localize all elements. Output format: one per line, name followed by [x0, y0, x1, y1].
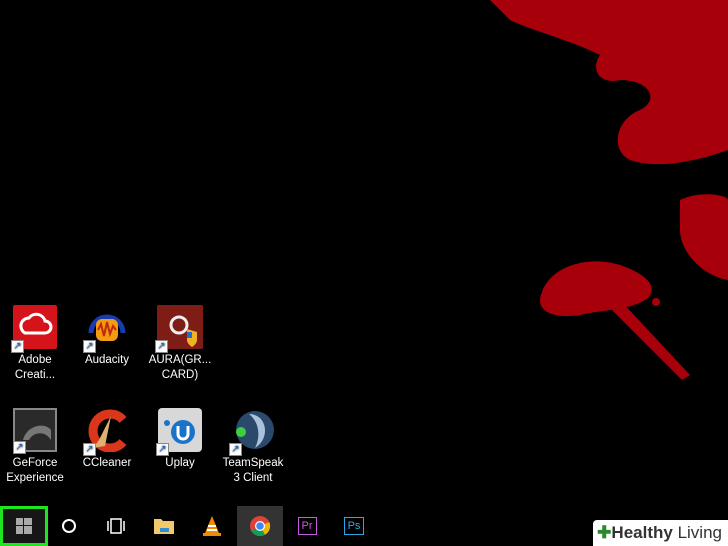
icon-label: CCleaner — [82, 457, 132, 469]
chrome-button[interactable] — [237, 506, 283, 546]
icon-label: Uplay — [165, 457, 195, 469]
file-explorer-button[interactable] — [141, 506, 187, 546]
plus-icon: ✚ — [597, 523, 612, 542]
windows-icon — [16, 518, 32, 534]
audacity-icon: ↗ — [83, 305, 129, 353]
ccleaner-icon: ↗ — [83, 408, 129, 456]
desktop-icon-audacity[interactable]: ↗ Audacity — [72, 305, 142, 368]
watermark: ✚Healthy Living — [593, 520, 728, 546]
desktop-icon-teamspeak[interactable]: ↗ TeamSpeak 3 Client — [218, 408, 288, 486]
circle-icon — [62, 519, 76, 533]
desktop-icon-geforce-experience[interactable]: ↗ GeForce Experience — [0, 408, 70, 486]
photoshop-button[interactable]: Ps — [331, 506, 377, 546]
shortcut-arrow-icon: ↗ — [83, 340, 96, 353]
aura-icon: ↗ — [155, 305, 203, 353]
shortcut-arrow-icon: ↗ — [83, 443, 96, 456]
uplay-icon: ↗ — [156, 408, 202, 456]
shortcut-arrow-icon: ↗ — [11, 340, 24, 353]
start-button[interactable] — [0, 506, 48, 546]
folder-icon — [154, 519, 174, 534]
shortcut-arrow-icon: ↗ — [229, 443, 242, 456]
shortcut-arrow-icon: ↗ — [13, 441, 26, 454]
vlc-cone-icon — [203, 516, 221, 536]
desktop-icon-ccleaner[interactable]: ↗ CCleaner — [72, 408, 142, 471]
vlc-button[interactable] — [189, 506, 235, 546]
desktop-icon-adobe-creative-cloud[interactable]: ↗ Adobe Creati... — [0, 305, 70, 383]
icon-label: TeamSpeak 3 Client — [222, 457, 284, 484]
desktop-icon-aura[interactable]: ↗ AURA(GR... CARD) — [145, 305, 215, 383]
icon-label: Adobe Creati... — [14, 354, 56, 381]
cortana-button[interactable] — [46, 506, 92, 546]
premiere-button[interactable]: Pr — [284, 506, 330, 546]
icon-label: AURA(GR... CARD) — [148, 354, 212, 381]
premiere-icon: Pr — [297, 517, 317, 535]
desktop-icon-uplay[interactable]: ↗ Uplay — [145, 408, 215, 471]
photoshop-icon: Ps — [343, 517, 365, 535]
geforce-icon: ↗ — [13, 408, 57, 454]
teamspeak-icon: ↗ — [229, 408, 275, 456]
adobe-cc-icon: ↗ — [11, 305, 57, 353]
task-view-button[interactable] — [93, 506, 139, 546]
shortcut-arrow-icon: ↗ — [156, 443, 169, 456]
shortcut-arrow-icon: ↗ — [155, 340, 168, 353]
icon-label: Audacity — [84, 354, 130, 366]
icon-label: GeForce Experience — [6, 457, 64, 484]
chrome-icon — [250, 516, 271, 537]
task-view-icon — [107, 518, 125, 534]
